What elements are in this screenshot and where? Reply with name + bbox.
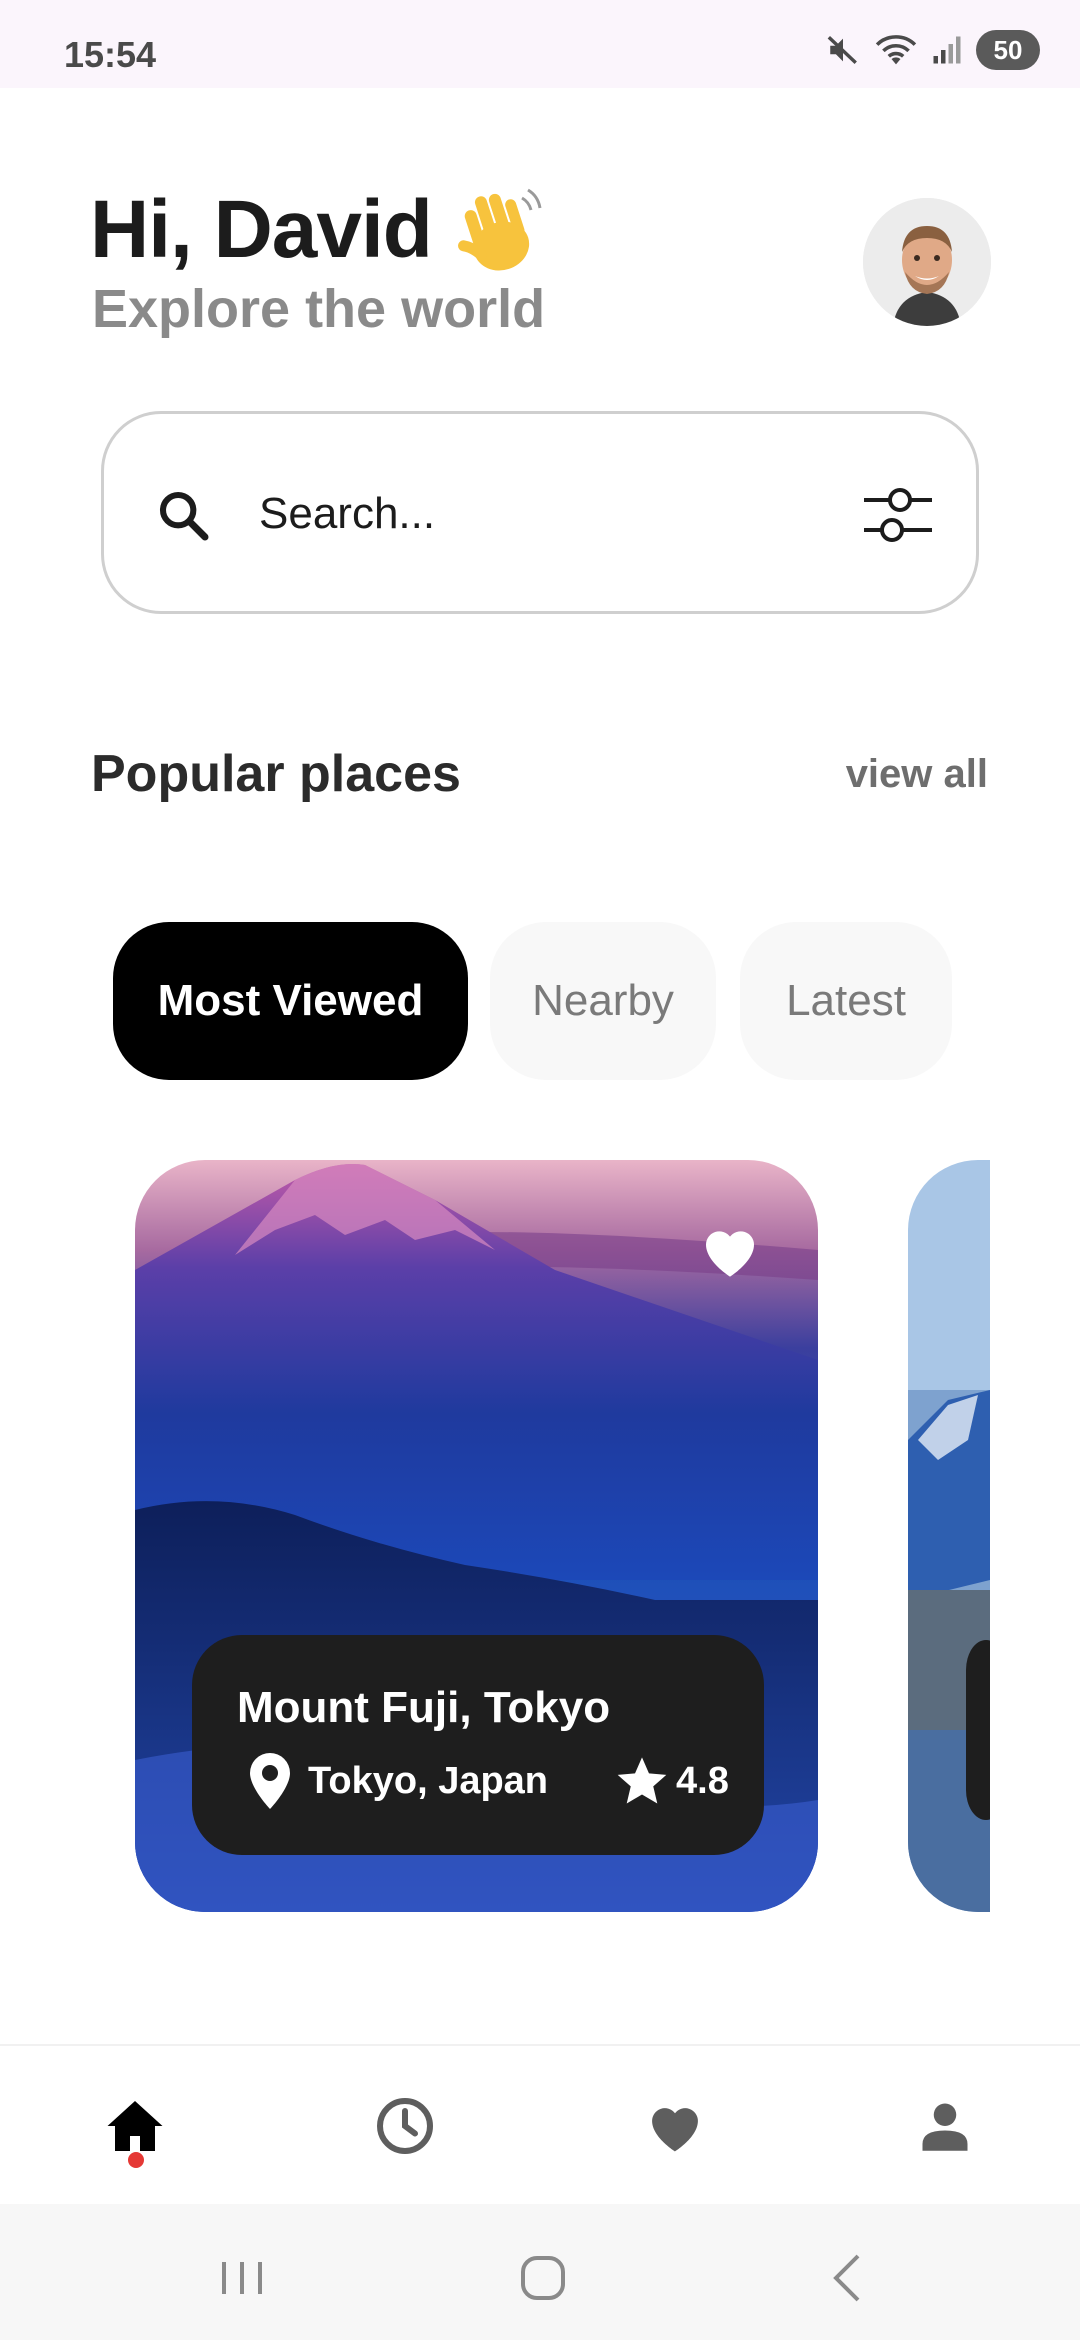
place-location: Tokyo, Japan [308, 1759, 549, 1802]
place-title: Mount Fuji, Tokyo [237, 1683, 611, 1732]
favorites-heart-icon [652, 2108, 698, 2152]
nav-profile[interactable] [905, 2086, 985, 2166]
view-all-link[interactable]: view all [846, 752, 988, 797]
mute-icon [827, 36, 857, 64]
search-icon[interactable] [156, 488, 212, 544]
battery-icon: 50 [976, 30, 1040, 70]
recent-apps-icon[interactable] [212, 2248, 272, 2308]
back-icon[interactable] [818, 2248, 878, 2308]
greeting: Hi, David [90, 180, 550, 280]
place-info-panel: Mount Fuji, Tokyo Tokyo, Japan 4.8 [192, 1635, 764, 1855]
active-indicator-dot [128, 2152, 144, 2168]
place-rating: 4.8 [676, 1759, 729, 1802]
place-card-next[interactable] [908, 1160, 990, 1912]
tab-latest[interactable]: Latest [740, 922, 952, 1080]
place-meta: Tokyo, Japan 4.8 [250, 1753, 729, 1809]
avatar[interactable] [863, 198, 991, 326]
system-nav-bar [0, 2204, 1080, 2340]
signal-icon [933, 36, 961, 64]
tab-nearby[interactable]: Nearby [490, 922, 716, 1080]
star-icon [617, 1757, 667, 1804]
avatar-image [863, 198, 991, 326]
place-card[interactable]: Mount Fuji, Tokyo Tokyo, Japan 4.8 [135, 1160, 818, 1912]
section-title: Popular places [91, 745, 461, 803]
location-pin-icon [250, 1753, 290, 1809]
nav-favorites[interactable] [635, 2086, 715, 2166]
place-image-next [908, 1160, 990, 1912]
nav-history[interactable] [365, 2086, 445, 2166]
profile-person-icon [922, 2103, 968, 2151]
status-icons: 50 [826, 30, 1040, 70]
bottom-nav [0, 2044, 1080, 2204]
search-box[interactable] [101, 411, 979, 614]
favorite-heart-icon[interactable] [698, 1220, 762, 1280]
status-bar: 15:54 50 [0, 0, 1080, 88]
search-input[interactable] [259, 474, 819, 554]
home-icon [107, 2101, 163, 2151]
home-button-icon[interactable] [513, 2248, 573, 2308]
wifi-icon [875, 35, 917, 65]
greeting-text: Hi, David [90, 184, 433, 275]
history-clock-icon [377, 2098, 433, 2154]
tab-most-viewed[interactable]: Most Viewed [113, 922, 468, 1080]
filter-sliders-icon[interactable] [860, 480, 936, 550]
subtitle: Explore the world [92, 279, 546, 339]
waving-hand-icon [457, 188, 542, 271]
status-time: 15:54 [64, 34, 157, 75]
